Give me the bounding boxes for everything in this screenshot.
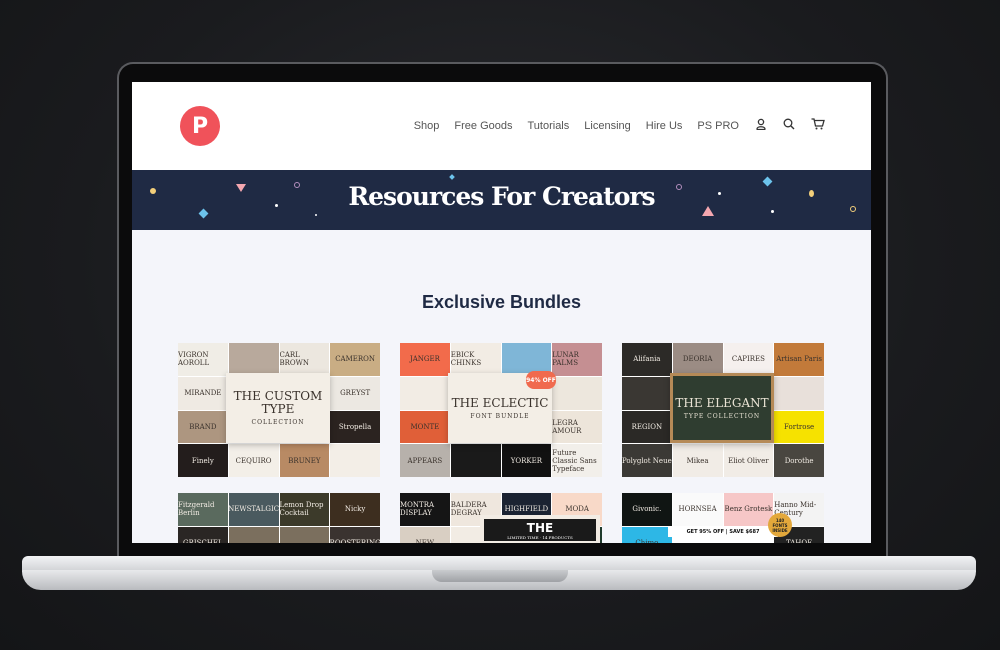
bundle-cover-title: THE ELEGANT [675, 395, 769, 410]
bundle-tile [279, 526, 330, 543]
bundle-cover-title: THE [526, 520, 554, 535]
bundle-cover: THE ELEGANT TYPE COLLECTION [670, 373, 774, 443]
bundle-tile: Nicky [330, 493, 380, 526]
bundle-tile [330, 444, 380, 477]
confetti-icon [771, 210, 774, 213]
confetti-ring-icon [676, 184, 682, 190]
confetti-icon [315, 214, 317, 216]
bundle-card[interactable]: Fitzgerald Berlin NEWSTALGIC Lemon Drop Co… [178, 493, 380, 543]
bundle-tile: LUNAR PALMS [552, 343, 602, 376]
bundle-tile: CARL BROWN [279, 343, 330, 376]
bundle-tile [552, 376, 602, 410]
account-icon[interactable] [755, 118, 767, 133]
fonts-count-badge: 140 FONTS INSIDE [768, 513, 792, 537]
bundle-tile: CAPIRES [723, 343, 774, 376]
bundle-tile: LEGRA AMOUR [552, 410, 602, 444]
confetti-ring-icon [850, 206, 856, 212]
bundle-tile [774, 376, 824, 410]
bundle-tile: DEORIA [672, 343, 723, 376]
bundle-tile: Artisan Paris [774, 343, 824, 376]
bundle-tile: Lemon Drop Cocktail [279, 493, 330, 526]
bundle-tile: CAMERON [330, 343, 380, 376]
banner-title: Resources For Creators [348, 182, 655, 211]
bundle-tile: JANGER [400, 343, 450, 376]
bundle-tile: Chimo [622, 526, 672, 543]
bundle-tile: REGION [622, 410, 672, 444]
confetti-diamond-icon [449, 174, 455, 180]
bundle-tile: ROOSTERING [330, 526, 380, 543]
confetti-triangle-icon [702, 206, 714, 216]
confetti-icon [809, 190, 814, 197]
bundle-cover-title: THE ECLECTIC [451, 395, 549, 410]
bundle-tile: VIGRON AOROLL [178, 343, 228, 376]
bundle-tile: Stropella [330, 410, 380, 444]
main-nav: Shop Free Goods Tutorials Licensing Hire… [399, 118, 825, 133]
bundle-tile: Alifania [622, 343, 672, 376]
nav-shop[interactable]: Shop [414, 120, 440, 132]
search-icon[interactable] [783, 118, 795, 133]
bundle-tile: GREYST [330, 376, 380, 410]
bundle-tile: YORKER [501, 444, 552, 477]
bundle-cover-title: THE CUSTOM TYPE [233, 389, 323, 416]
section-title: Exclusive Bundles [421, 292, 582, 312]
bundle-tile: Mikea [672, 444, 723, 477]
laptop-opening-notch [432, 570, 568, 582]
bundle-tile [228, 343, 279, 376]
nav-free-goods[interactable]: Free Goods [454, 120, 512, 132]
bundle-tile: BRUNEY [279, 444, 330, 477]
bundle-tile: NEWSTALGIC [228, 493, 279, 526]
bundle-tile: Polyglot Neue [622, 444, 672, 477]
promo-strip: GET 95% OFF | SAVE $687 [668, 527, 778, 537]
bundle-tile: MONTE [400, 410, 450, 444]
bundle-cover-subtitle: TYPE COLLECTION [683, 412, 761, 420]
nav-hire-us[interactable]: Hire Us [646, 120, 683, 132]
site-logo[interactable]: P [180, 106, 220, 146]
bundle-tile: Benz Grotesk [723, 493, 774, 526]
bundle-cover: THE CUSTOM TYPE COLLECTION [226, 373, 330, 443]
site-header: P Shop Free Goods Tutorials Licensing Hi… [132, 82, 871, 170]
bundle-tile [622, 376, 672, 410]
bundle-tile [228, 526, 279, 543]
bundle-tile: NEW [400, 526, 450, 543]
nav-ps-pro[interactable]: PS PRO [697, 120, 739, 132]
bundle-cover: THE LIMITED TIME · 14 PRODUCTS [480, 515, 600, 543]
bundle-tile: MONTRA DISPLAY [400, 493, 450, 526]
bundle-tile: Future Classic Sans Typeface [552, 444, 602, 477]
bundle-tile: Fitzgerald Berlin [178, 493, 228, 526]
bundle-cover-subtitle: LIMITED TIME · 14 PRODUCTS [507, 534, 573, 540]
bundle-cover-subtitle: COLLECTION [251, 419, 305, 426]
bundle-tile: Finely [178, 444, 228, 477]
bundle-tile: EBICK CHINKS [450, 343, 501, 376]
bundle-tile: GRISCHEL [178, 526, 228, 543]
bundle-tile: BRAND [178, 410, 228, 444]
nav-licensing[interactable]: Licensing [584, 120, 630, 132]
bundle-tile: MIRANDE [178, 376, 228, 410]
bundle-tile: Givonic. [622, 493, 672, 526]
bundle-tile: Dorothe [774, 444, 824, 477]
laptop-screen: P Shop Free Goods Tutorials Licensing Hi… [132, 82, 871, 543]
bundle-tile [450, 444, 501, 477]
bundle-tile: HORNSEA [672, 493, 723, 526]
hero-banner: Resources For Creators [132, 170, 871, 230]
discount-badge: 94% OFF [526, 371, 556, 389]
cart-icon[interactable] [811, 118, 825, 133]
bundle-tile: Fortrose [774, 410, 824, 444]
bundle-tile [400, 376, 450, 410]
bundle-tile: CEQUIRO [228, 444, 279, 477]
bundle-cover-subtitle: FONT BUNDLE [470, 412, 530, 420]
bundle-tile: APPEARS [400, 444, 450, 477]
nav-tutorials[interactable]: Tutorials [527, 120, 569, 132]
confetti-icon [718, 192, 721, 195]
bundle-tile: Eliot Oliver [723, 444, 774, 477]
